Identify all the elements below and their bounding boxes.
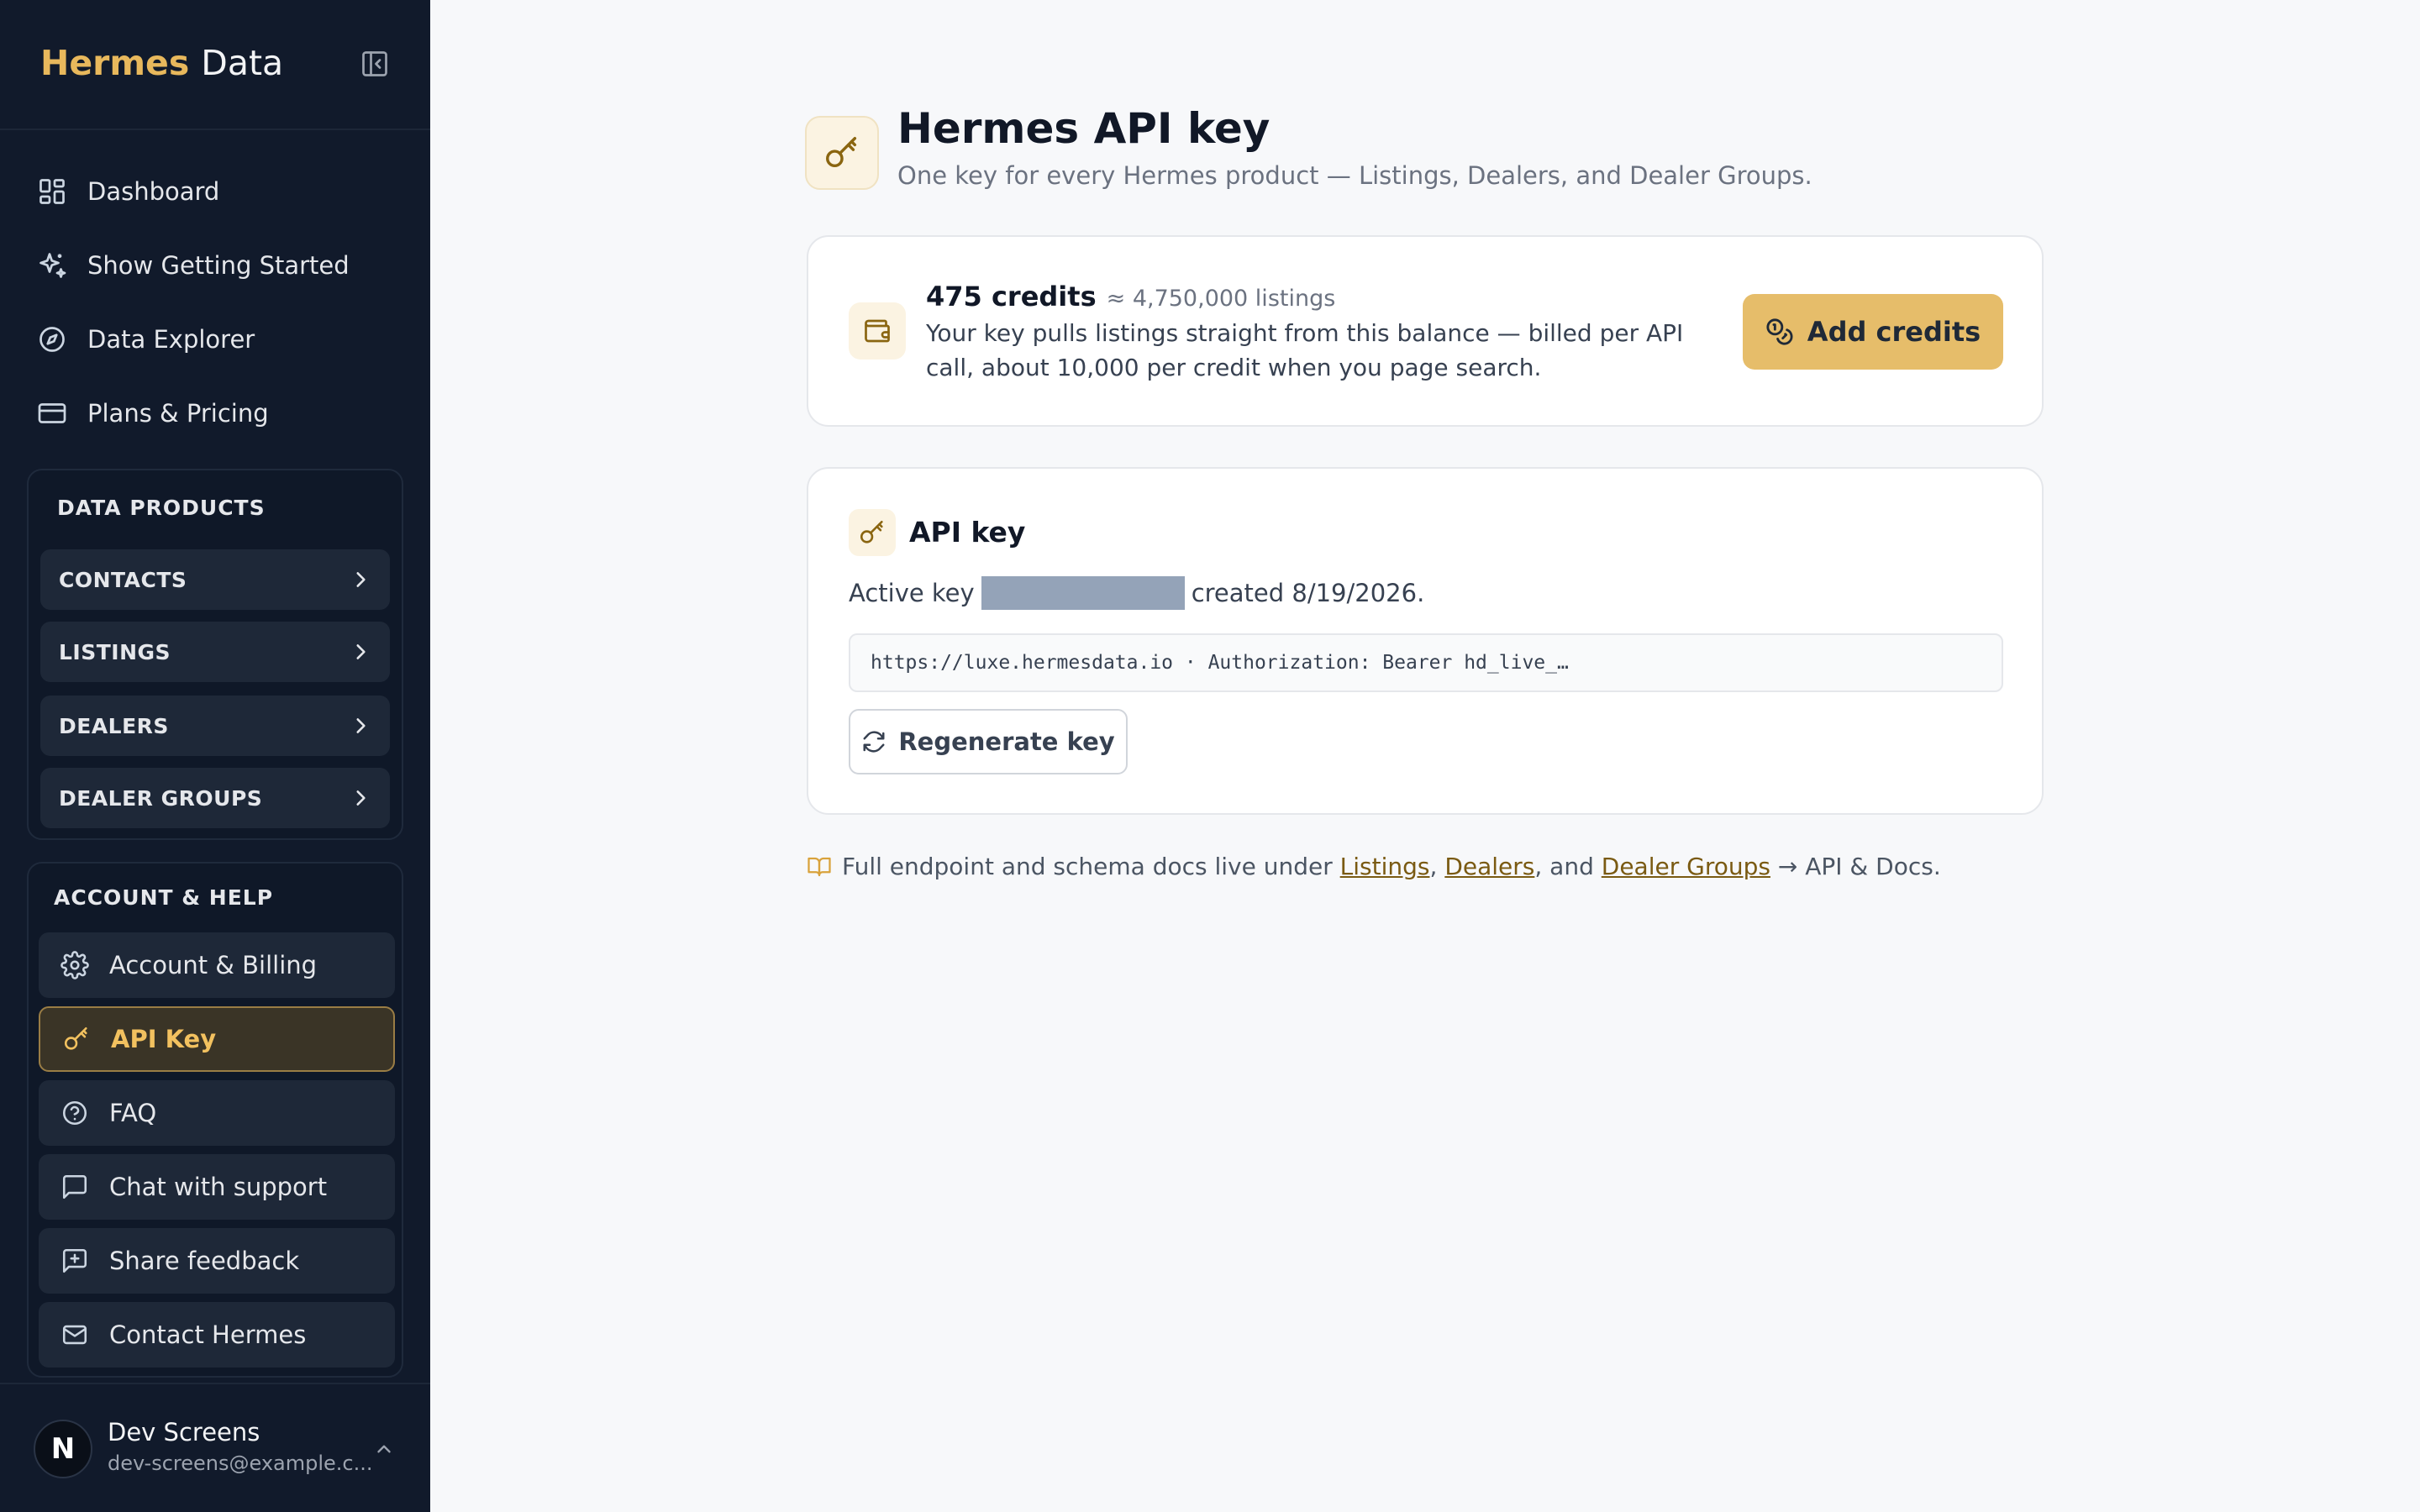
data-products-group: DATA PRODUCTS CONTACTS LISTINGS DEALERS …: [27, 469, 403, 840]
nav-faq-label: FAQ: [109, 1099, 157, 1127]
product-listings-label: LISTINGS: [59, 639, 171, 664]
key-icon: [64, 1026, 87, 1050]
footnote-suffix: → API & Docs.: [1777, 853, 1941, 880]
nav-account-billing[interactable]: Account & Billing: [39, 932, 395, 998]
docs-footnote: Full endpoint and schema docs live under…: [807, 853, 1941, 880]
api-key-title: API key: [909, 516, 1026, 549]
nav-getting-started-label: Show Getting Started: [87, 251, 350, 280]
compass-icon: [39, 327, 65, 352]
footnote-sep1: ,: [1429, 853, 1438, 880]
credits-approx: ≈ 4,750,000 listings: [1106, 286, 1336, 312]
collapse-sidebar-icon[interactable]: [360, 49, 390, 79]
gear-icon: [60, 951, 89, 979]
feedback-icon: [62, 1248, 87, 1273]
user-email: dev-screens@example.c...: [108, 1452, 373, 1475]
coins-icon: [1766, 318, 1793, 345]
nav-chat-support[interactable]: Chat with support: [39, 1154, 395, 1220]
dashboard-icon: [39, 179, 65, 204]
wallet-badge: [849, 302, 906, 360]
help-circle-icon: [62, 1100, 87, 1126]
dealer-groups-link[interactable]: Dealer Groups: [1602, 853, 1770, 880]
sparkles-icon: [39, 253, 66, 278]
nav-dashboard-label: Dashboard: [87, 177, 220, 206]
user-divider: [0, 1383, 430, 1384]
book-icon: [808, 857, 831, 876]
chevron-right-icon: [356, 644, 366, 659]
nav-faq[interactable]: FAQ: [39, 1080, 395, 1146]
refresh-icon: [863, 731, 885, 753]
regenerate-key-label: Regenerate key: [898, 727, 1115, 756]
nav-data-explorer-label: Data Explorer: [87, 325, 255, 354]
chevron-up-icon[interactable]: [373, 1438, 395, 1460]
nav-getting-started[interactable]: Show Getting Started: [37, 240, 350, 291]
data-products-title: DATA PRODUCTS: [57, 496, 266, 520]
product-contacts[interactable]: CONTACTS: [40, 549, 390, 610]
product-dealers-label: DEALERS: [59, 713, 169, 738]
nav-dashboard[interactable]: Dashboard: [37, 166, 219, 217]
listings-link[interactable]: Listings: [1340, 853, 1430, 880]
key-icon: [860, 520, 883, 543]
account-help-title: ACCOUNT & HELP: [54, 885, 274, 910]
footnote-prefix: Full endpoint and schema docs live under: [842, 853, 1333, 880]
user-name[interactable]: Dev Screens: [108, 1418, 260, 1446]
brand-primary: Hermes: [40, 43, 190, 83]
sidebar: Hermes Data Dashboard Show Getting Starte…: [0, 0, 430, 1512]
nav-plans-pricing[interactable]: Plans & Pricing: [37, 388, 269, 438]
avatar[interactable]: N: [34, 1420, 92, 1478]
dealers-link[interactable]: Dealers: [1444, 853, 1534, 880]
product-dealers[interactable]: DEALERS: [40, 696, 390, 756]
wallet-icon: [865, 319, 890, 343]
api-key-card: API key Active key created 8/19/2026. ht…: [807, 467, 2044, 815]
product-dealer-groups[interactable]: DEALER GROUPS: [40, 768, 390, 828]
chat-icon: [62, 1174, 87, 1200]
endpoint-snippet[interactable]: https://luxe.hermesdata.io · Authorizati…: [849, 633, 2003, 692]
footnote-sep2: , and: [1534, 853, 1594, 880]
nav-data-explorer[interactable]: Data Explorer: [37, 314, 255, 365]
active-key-prefix: Active key: [849, 579, 975, 607]
active-key-line: Active key created 8/19/2026.: [849, 576, 1424, 610]
nav-plans-pricing-label: Plans & Pricing: [87, 399, 269, 428]
header-key-badge: [805, 116, 879, 190]
nav-api-key-label: API Key: [111, 1025, 217, 1053]
nav-contact-hermes[interactable]: Contact Hermes: [39, 1302, 395, 1368]
product-contacts-label: CONTACTS: [59, 567, 187, 592]
page-title: Hermes API key: [897, 104, 1270, 153]
api-key-badge: [849, 509, 896, 556]
add-credits-button[interactable]: Add credits: [1743, 294, 2003, 370]
mail-icon: [62, 1325, 87, 1345]
product-listings[interactable]: LISTINGS: [40, 622, 390, 682]
brand-secondary: Data: [201, 43, 284, 83]
account-help-group: ACCOUNT & HELP Account & Billing API Key…: [27, 862, 403, 1378]
nav-share-feedback[interactable]: Share feedback: [39, 1228, 395, 1294]
page-subtitle: One key for every Hermes product — Listi…: [897, 161, 1812, 190]
chevron-right-icon: [356, 718, 366, 733]
nav-contact-hermes-label: Contact Hermes: [109, 1320, 307, 1349]
sidebar-divider: [0, 129, 430, 130]
key-created-date: created 8/19/2026.: [1191, 579, 1425, 607]
credits-amount: 475 credits: [926, 281, 1097, 312]
nav-share-feedback-label: Share feedback: [109, 1247, 300, 1275]
nav-api-key[interactable]: API Key: [39, 1006, 395, 1072]
nav-chat-support-label: Chat with support: [109, 1173, 328, 1201]
credits-card: 475 credits ≈ 4,750,000 listings Your key…: [807, 235, 2044, 427]
chevron-right-icon: [356, 790, 366, 806]
chevron-right-icon: [356, 572, 366, 587]
masked-key: [981, 576, 1185, 610]
add-credits-label: Add credits: [1807, 316, 1981, 348]
nav-account-billing-label: Account & Billing: [109, 951, 318, 979]
brand-logo[interactable]: Hermes Data: [40, 40, 283, 86]
credit-card-icon: [38, 403, 66, 423]
credits-balance: 475 credits ≈ 4,750,000 listings: [926, 281, 1335, 312]
regenerate-key-button[interactable]: Regenerate key: [849, 709, 1128, 774]
key-icon: [826, 137, 857, 168]
credits-description: Your key pulls listings straight from th…: [926, 319, 1684, 381]
product-dealer-groups-label: DEALER GROUPS: [59, 785, 263, 811]
